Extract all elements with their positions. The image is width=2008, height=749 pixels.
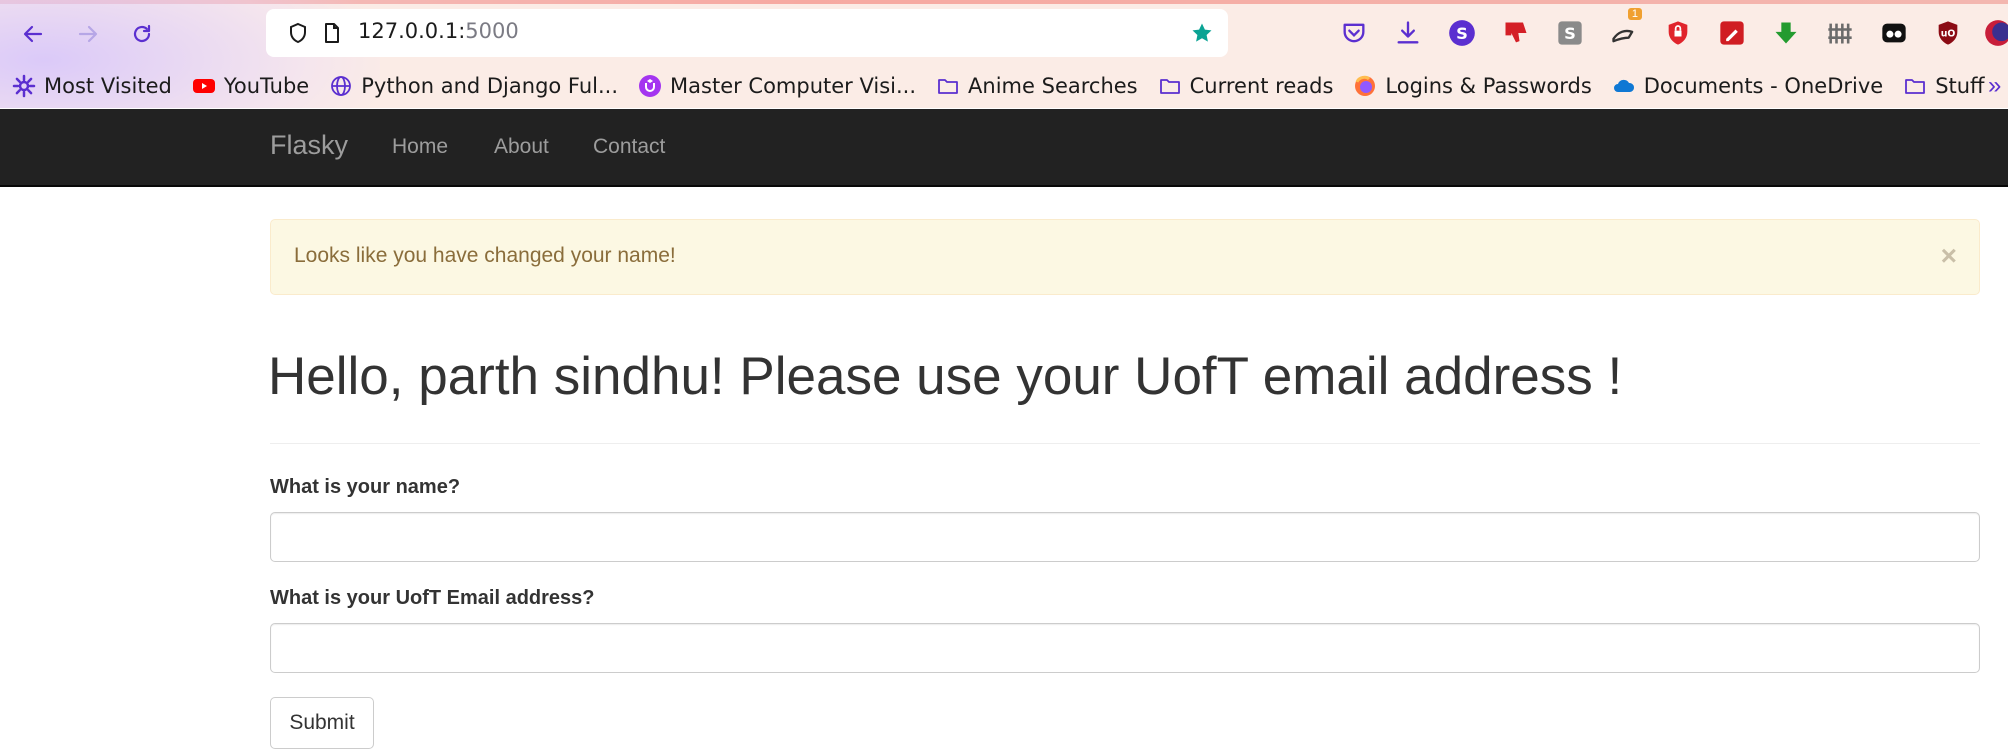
nav-link-home[interactable]: Home	[392, 135, 448, 159]
email-field[interactable]	[270, 623, 1980, 673]
browser-chrome: 127.0.0.1:5000 S S 1 uO Most Visited You…	[0, 0, 2008, 108]
bookmark-label: Documents - OneDrive	[1643, 74, 1884, 98]
page-title: Hello, parth sindhu! Please use your Uof…	[268, 347, 1623, 406]
svg-text:S: S	[1564, 24, 1576, 43]
account-button[interactable]	[1984, 16, 2008, 50]
ublock-origin-icon: uO	[1938, 21, 1958, 45]
url-host: 127.0.0.1:	[358, 19, 466, 43]
fence-icon	[1828, 23, 1852, 44]
s-circle-icon: S	[1449, 20, 1475, 46]
nav-link-about[interactable]: About	[494, 135, 549, 159]
onedrive-icon	[1612, 74, 1636, 98]
extension-gray-s-button[interactable]: S	[1552, 16, 1588, 50]
flash-alert: Looks like you have changed your name! ×	[270, 219, 1980, 295]
pocket-icon	[1343, 23, 1365, 43]
gray-s-icon: S	[1558, 21, 1582, 45]
udemy-icon	[638, 74, 662, 98]
youtube-icon	[192, 74, 216, 98]
name-field[interactable]	[270, 512, 1980, 562]
email-field-label: What is your UofT Email address?	[270, 587, 595, 609]
bookmark-item[interactable]: Logins & Passwords	[1353, 74, 1592, 98]
extension-s-button[interactable]: S	[1444, 16, 1480, 50]
bookmark-item[interactable]: Anime Searches	[936, 74, 1138, 98]
bookmark-label: Master Computer Visi...	[670, 74, 917, 98]
globe-icon	[329, 74, 353, 98]
reload-icon	[133, 24, 151, 43]
download-arrow-extension-button[interactable]	[1768, 16, 1804, 50]
address-bar[interactable]: 127.0.0.1:5000	[266, 9, 1228, 57]
url-text[interactable]: 127.0.0.1:5000	[358, 19, 519, 43]
heading-divider	[270, 443, 1980, 444]
ublock-button[interactable]: uO	[1930, 16, 1966, 50]
folder-icon	[1903, 74, 1927, 98]
alert-close-button[interactable]: ×	[1941, 242, 1957, 270]
bookmark-item[interactable]: Stuff	[1903, 74, 1985, 98]
pen-extension-button[interactable]	[1714, 16, 1750, 50]
bookmark-item[interactable]: Python and Django Ful...	[329, 74, 618, 98]
nav-link-contact[interactable]: Contact	[593, 135, 665, 159]
folder-icon	[1158, 74, 1182, 98]
download-icon	[1397, 21, 1419, 44]
folder-icon	[936, 74, 960, 98]
star-icon[interactable]	[1190, 21, 1214, 45]
downloads-button[interactable]	[1390, 16, 1426, 50]
url-port: 5000	[465, 19, 519, 43]
arrow-right-icon	[78, 25, 98, 43]
bookmark-label: Current reads	[1189, 74, 1334, 98]
avatar-icon	[1985, 20, 2008, 46]
bookmark-item[interactable]: YouTube	[192, 74, 309, 98]
alert-message: Looks like you have changed your name!	[294, 244, 676, 267]
pocket-button[interactable]	[1336, 16, 1372, 50]
bookmark-label: Anime Searches	[968, 74, 1138, 98]
bookmark-label: Logins & Passwords	[1385, 74, 1592, 98]
bookmarks-overflow-icon[interactable]: »	[1988, 72, 2001, 100]
submit-button[interactable]: Submit	[270, 697, 374, 749]
pen-icon	[1720, 21, 1744, 45]
chameleon-icon	[1612, 29, 1634, 43]
site-navbar: Flasky Home About Contact	[0, 109, 2008, 187]
svg-text:S: S	[1456, 24, 1468, 43]
firefox-icon	[1353, 74, 1377, 98]
bookmark-item[interactable]: Most Visited	[12, 74, 172, 98]
bookmark-label: YouTube	[223, 74, 310, 98]
lock-extension-button[interactable]	[1660, 16, 1696, 50]
bookmark-item[interactable]: Current reads	[1158, 74, 1334, 98]
glasses-icon	[1882, 23, 1906, 43]
shield-icon[interactable]	[286, 21, 310, 45]
gear-icon	[12, 74, 36, 98]
extension-badge-button[interactable]: 1	[1606, 8, 1642, 50]
name-field-label: What is your name?	[270, 476, 461, 498]
bookmark-item[interactable]: Documents - OneDrive	[1612, 74, 1883, 98]
navbar-brand[interactable]: Flasky	[270, 130, 348, 161]
bookmark-label: Python and Django Ful...	[361, 74, 619, 98]
thumbs-down-icon	[1505, 22, 1527, 43]
arrow-left-icon	[23, 25, 43, 43]
extension-badge: 1	[1627, 8, 1642, 20]
reload-button[interactable]	[122, 14, 162, 54]
page-icon[interactable]	[320, 21, 344, 45]
svg-text:uO: uO	[1941, 29, 1956, 40]
red-lock-icon	[1668, 21, 1688, 45]
glasses-extension-button[interactable]	[1876, 16, 1912, 50]
dislike-extension-button[interactable]	[1498, 16, 1534, 50]
extensions-toolbar: S S 1 uO	[1336, 8, 2008, 50]
bookmark-item[interactable]: Master Computer Visi...	[638, 74, 916, 98]
green-arrow-down-icon	[1775, 22, 1797, 44]
back-button[interactable]	[13, 14, 53, 54]
bookmark-label: Most Visited	[44, 74, 172, 98]
bookmarks-toolbar: Most Visited YouTube Python and Django Ful…	[12, 70, 2005, 102]
forward-button[interactable]	[68, 14, 108, 54]
fence-extension-button[interactable]	[1822, 16, 1858, 50]
bookmark-label: Stuff	[1935, 74, 1985, 98]
